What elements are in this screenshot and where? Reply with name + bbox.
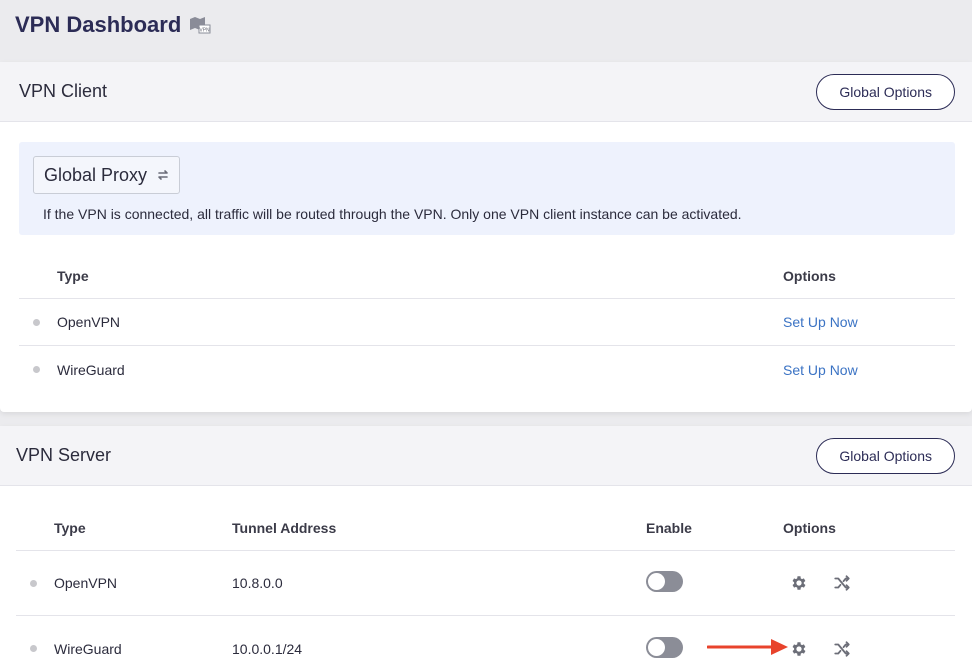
column-type: Type xyxy=(57,268,89,284)
svg-text:VPN: VPN xyxy=(200,28,211,34)
table-row: OpenVPN 10.8.0.0 xyxy=(16,551,955,616)
status-dot xyxy=(33,318,40,326)
enable-toggle-wireguard[interactable] xyxy=(646,636,683,658)
page-title: VPN Dashboard xyxy=(15,12,182,37)
server-type-openvpn: OpenVPN xyxy=(54,575,118,591)
shuffle-icon[interactable] xyxy=(832,573,852,593)
proxy-mode-select[interactable]: Global Proxy xyxy=(33,156,181,194)
vpn-server-header: VPN Server Global Options xyxy=(0,426,972,486)
proxy-mode-label: Global Proxy xyxy=(44,164,148,185)
setup-openvpn-link[interactable]: Set Up Now xyxy=(783,314,858,330)
column-options: Options xyxy=(783,268,836,284)
vpn-server-title: VPN Server xyxy=(16,445,112,465)
table-header: Type Tunnel Address Enable Options xyxy=(16,506,955,551)
column-options: Options xyxy=(783,520,836,536)
column-type: Type xyxy=(54,520,86,536)
client-type-wireguard: WireGuard xyxy=(57,361,125,378)
tunnel-address: 10.0.0.1/24 xyxy=(232,640,303,657)
vpn-client-card: VPN Client Global Options Global Proxy I… xyxy=(0,62,972,412)
vpn-client-header: VPN Client Global Options xyxy=(0,62,972,122)
settings-gear-icon[interactable] xyxy=(789,639,809,659)
client-global-options-button[interactable]: Global Options xyxy=(816,73,955,110)
status-dot xyxy=(33,366,40,373)
table-row: WireGuard Set Up Now xyxy=(19,346,955,393)
status-dot xyxy=(30,645,37,652)
table-header: Type Options xyxy=(19,254,955,299)
vpn-server-card: VPN Server Global Options Type Tunnel Ad… xyxy=(0,426,972,667)
proxy-info-text: If the VPN is connected, all traffic wil… xyxy=(43,206,742,222)
annotation-arrow xyxy=(707,639,788,655)
table-row: OpenVPN Set Up Now xyxy=(19,299,955,346)
client-type-openvpn: OpenVPN xyxy=(57,314,121,330)
server-global-options-button[interactable]: Global Options xyxy=(816,437,955,474)
enable-toggle-openvpn[interactable] xyxy=(646,571,683,592)
page-header: VPN Dashboard VPN xyxy=(15,12,211,38)
tunnel-address: 10.8.0.0 xyxy=(232,575,283,591)
column-tunnel-address: Tunnel Address xyxy=(232,520,337,536)
proxy-info-box: Global Proxy If the VPN is connected, al… xyxy=(19,142,955,235)
setup-wireguard-link[interactable]: Set Up Now xyxy=(783,362,858,378)
vpn-client-table: Type Options OpenVPN Set Up Now WireGuar… xyxy=(19,254,955,393)
status-dot xyxy=(30,579,37,587)
column-enable: Enable xyxy=(646,520,692,536)
vpn-client-title: VPN Client xyxy=(19,81,108,101)
swap-icon xyxy=(158,170,168,180)
vpn-server-table: Type Tunnel Address Enable Options OpenV… xyxy=(16,506,955,667)
shuffle-icon[interactable] xyxy=(832,639,852,659)
server-type-wireguard: WireGuard xyxy=(54,640,122,657)
settings-gear-icon[interactable] xyxy=(789,573,809,593)
vpn-map-icon: VPN xyxy=(190,17,211,34)
table-row: WireGuard 10.0.0.1/24 xyxy=(16,616,955,667)
